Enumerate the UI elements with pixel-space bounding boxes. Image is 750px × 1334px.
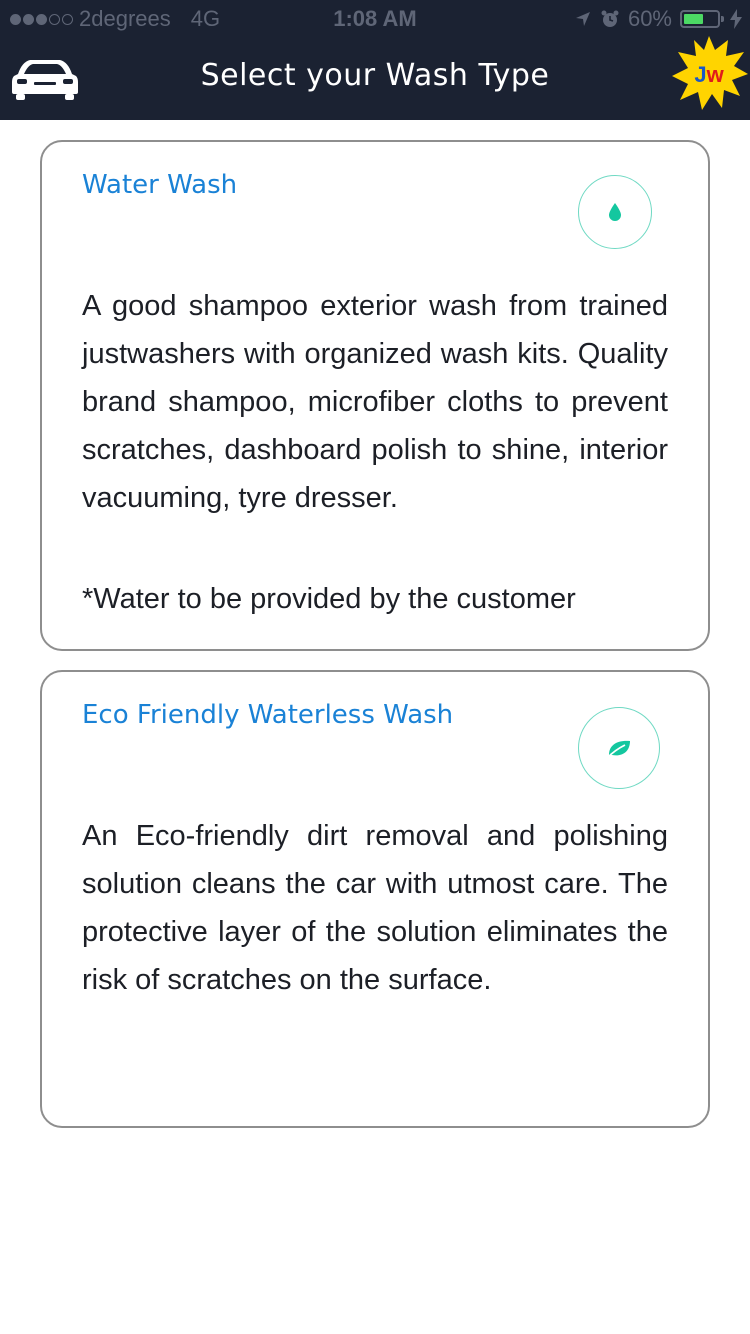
jw-logo-icon: Jw bbox=[672, 36, 748, 110]
app-header: 2degrees 4G 1:08 AM 60% Select your Wash… bbox=[0, 0, 750, 120]
wash-title: Water Wash bbox=[82, 170, 238, 200]
water-drop-icon bbox=[578, 175, 652, 249]
wash-option-water[interactable]: Water Wash A good shampoo exterior wash … bbox=[40, 140, 710, 651]
alarm-clock-icon bbox=[601, 10, 619, 27]
wash-title: Eco Friendly Waterless Wash bbox=[82, 700, 454, 730]
location-arrow-icon bbox=[575, 12, 590, 26]
leaf-icon bbox=[578, 707, 660, 789]
battery-icon bbox=[680, 10, 724, 28]
wash-option-eco-waterless[interactable]: Eco Friendly Waterless Wash An Eco-frien… bbox=[40, 670, 710, 1128]
battery-percentage: 60% bbox=[627, 6, 672, 31]
status-right: 60% bbox=[574, 6, 742, 32]
wash-description: A good shampoo exterior wash from traine… bbox=[82, 290, 668, 514]
status-bar: 2degrees 4G 1:08 AM 60% bbox=[0, 0, 750, 40]
charging-bolt-icon bbox=[730, 9, 742, 29]
wash-description: An Eco-friendly dirt removal and polishi… bbox=[82, 820, 668, 996]
nav-bar: Select your Wash Type Jw bbox=[0, 36, 750, 120]
wash-note: *Water to be provided by the customer bbox=[82, 583, 576, 615]
svg-text:Jw: Jw bbox=[694, 62, 724, 87]
page-title: Select your Wash Type bbox=[200, 58, 550, 93]
